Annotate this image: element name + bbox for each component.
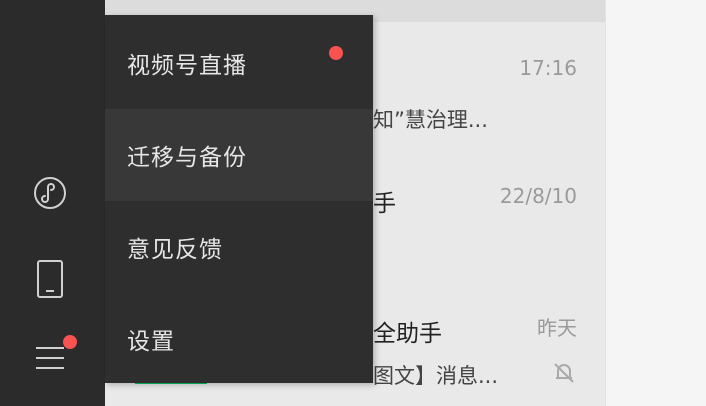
- chat-time: 昨天: [537, 316, 577, 340]
- menu-item-label: 设置: [127, 329, 175, 355]
- chat-name[interactable]: 手: [373, 184, 396, 218]
- menu-item-backup[interactable]: 迁移与备份: [105, 109, 373, 201]
- chat-time: 17:16: [519, 56, 577, 80]
- menu-item-settings[interactable]: 设置: [105, 293, 373, 385]
- live-badge-dot: [329, 46, 343, 60]
- menu-badge-dot: [63, 335, 77, 349]
- chat-time: 22/8/10: [499, 184, 577, 208]
- menu-item-label: 视频号直播: [127, 53, 247, 79]
- chat-preview: 图文】消息...: [373, 364, 499, 388]
- menu-item-label: 意见反馈: [127, 237, 223, 263]
- phone-icon: [37, 260, 63, 298]
- sidebar: [0, 0, 105, 406]
- mute-bell-icon: [554, 363, 574, 383]
- phone-button[interactable]: [26, 255, 74, 303]
- chat-detail-pane: [605, 0, 706, 406]
- mini-program-icon: [34, 177, 66, 209]
- more-menu-popup: 视频号直播 迁移与备份 意见反馈 设置: [105, 15, 373, 383]
- menu-item-label: 迁移与备份: [127, 145, 247, 171]
- chat-name[interactable]: 全助手: [373, 314, 442, 348]
- menu-item-feedback[interactable]: 意见反馈: [105, 201, 373, 293]
- chat-preview: 知”慧治理...: [373, 108, 488, 132]
- menu-icon: [36, 347, 64, 369]
- mini-program-button[interactable]: [26, 169, 74, 217]
- menu-item-live[interactable]: 视频号直播: [105, 17, 373, 109]
